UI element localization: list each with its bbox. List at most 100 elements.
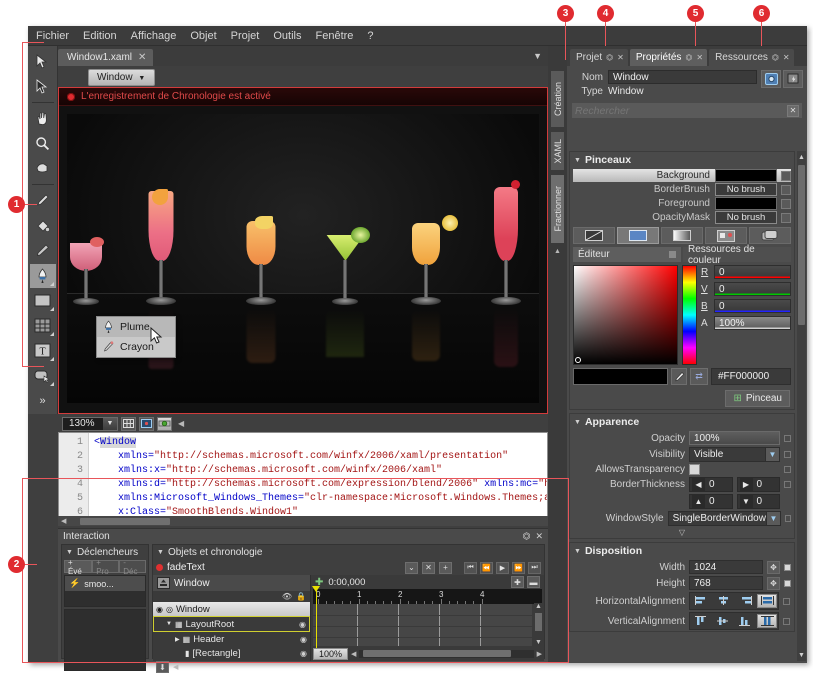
brush-row-opacitymask[interactable]: OpacityMask No brush	[573, 211, 791, 224]
tool-control-tool[interactable]	[30, 364, 56, 388]
scroll-right-icon[interactable]: ▶	[537, 650, 542, 658]
opacity-input[interactable]: 100%	[689, 431, 780, 445]
search-input[interactable]	[575, 104, 787, 117]
tree-node-layoutroot[interactable]: ▼ ▦ LayoutRoot ◉	[153, 616, 310, 632]
tool-text-tool[interactable]: T	[30, 339, 56, 363]
expander-icon[interactable]: ▼	[66, 549, 73, 556]
eye-icon[interactable]: ◉	[300, 649, 307, 658]
scrollbar-thumb[interactable]	[80, 517, 171, 525]
eyedropper-icon[interactable]	[671, 368, 687, 385]
tool-brush-tool[interactable]	[30, 238, 56, 262]
chevron-down-icon[interactable]: ▼	[765, 512, 780, 525]
hex-color-input[interactable]: #FF000000	[711, 368, 791, 385]
tool-eyedropper-tool[interactable]	[30, 188, 56, 212]
properties-vertical-scrollbar[interactable]: ▲ ▼	[797, 151, 806, 661]
appearance-expand-more[interactable]: ▽	[570, 527, 794, 538]
gradient-brush-icon[interactable]	[661, 227, 703, 244]
tab-editeur[interactable]: Éditeur	[573, 247, 681, 262]
visibility-icon[interactable]: ◉	[156, 605, 163, 614]
show-all-properties-icon[interactable]: ⬇	[156, 661, 169, 673]
scrollbar-thumb[interactable]	[363, 650, 512, 657]
advanced-options-icon[interactable]	[781, 170, 791, 181]
xaml-code-editor[interactable]: 1 2 3 4 5 6 <Window xmlns="http://schema…	[58, 432, 548, 526]
hue-slider[interactable]	[682, 265, 697, 365]
property-search-box[interactable]: ✕	[571, 102, 803, 119]
menu-edition[interactable]: Edition	[83, 30, 117, 42]
auto-size-height-icon[interactable]: ✥	[767, 576, 780, 590]
close-icon[interactable]: ✕	[696, 53, 703, 62]
timeline-vertical-scrollbar[interactable]: ▲ ▼	[534, 603, 543, 646]
next-frame-button[interactable]: ⏩	[512, 561, 525, 574]
eye-icon[interactable]: ◉	[300, 635, 307, 644]
expander-icon[interactable]: ▼	[574, 157, 581, 164]
tab-projet[interactable]: Projet ⏣ ✕	[570, 49, 628, 66]
clear-search-icon[interactable]: ✕	[787, 104, 799, 117]
advanced-options-icon[interactable]	[781, 212, 791, 223]
tool-direct-selection-tool[interactable]	[30, 74, 56, 98]
trigger-list[interactable]: ⚡ smoo...	[64, 575, 146, 607]
tool-pen-tool[interactable]	[29, 263, 56, 288]
scrollbar-thumb[interactable]	[535, 613, 542, 631]
advanced-options-icon[interactable]	[784, 466, 791, 473]
close-icon[interactable]: ✕	[783, 53, 790, 62]
edit-template-button[interactable]	[761, 70, 781, 88]
scroll-up-icon[interactable]: ▲	[534, 603, 543, 610]
channel-input-a[interactable]: 100%	[714, 316, 791, 330]
expander-icon[interactable]: ▼	[574, 419, 581, 426]
go-to-start-button[interactable]: ⏮	[464, 561, 477, 574]
tool-camera-orbit-tool[interactable]	[30, 156, 56, 180]
advanced-options-icon[interactable]	[784, 579, 791, 587]
tree-node-header[interactable]: ▶ ▦ Header ◉	[153, 632, 310, 646]
snap-to-timeline-icon[interactable]: ✚	[511, 576, 524, 588]
menu-objet[interactable]: Objet	[190, 30, 216, 42]
window-style-select[interactable]: SingleBorderWindow ▼	[667, 511, 781, 526]
name-input[interactable]: Window	[608, 70, 757, 84]
timeline[interactable]: ✚ 0:00,000 ✚ ▬ 0 1 2 3 4 ▲ ▼ 100% ◀ ▶	[311, 575, 544, 661]
tool-paint-bucket-tool[interactable]	[30, 213, 56, 237]
close-icon[interactable]: ✕	[535, 531, 543, 542]
tree-node-window[interactable]: ◉ ◎ Window	[153, 602, 310, 616]
collapse-panel-icon[interactable]: ◀	[178, 419, 184, 428]
advanced-options-icon[interactable]	[784, 481, 791, 488]
eye-icon[interactable]: ◉	[299, 620, 306, 629]
new-storyboard-icon[interactable]: +	[439, 561, 452, 574]
advanced-options-icon[interactable]	[784, 515, 791, 522]
tile-brush-icon[interactable]	[705, 227, 747, 244]
scroll-left-icon[interactable]: ◀	[173, 663, 178, 671]
brush-row-borderbrush[interactable]: BorderBrush No brush	[573, 183, 791, 196]
tab-ressources-couleur[interactable]: Ressources de couleur	[683, 244, 791, 266]
timeline-horizontal-scrollbar[interactable]	[359, 649, 534, 658]
scroll-up-icon[interactable]: ▲	[797, 151, 806, 163]
brush-row-foreground[interactable]: Foreground	[573, 197, 791, 210]
align-right-icon[interactable]	[735, 594, 755, 608]
tool-grid-tool[interactable]	[30, 314, 56, 338]
close-icon[interactable]: ✕	[138, 52, 146, 63]
timeline-zoom-value[interactable]: 100%	[313, 647, 349, 660]
float-panel-icon[interactable]: ⏣	[523, 531, 531, 542]
tool-pan-tool[interactable]	[30, 106, 56, 130]
chevron-down-icon[interactable]: ▼	[765, 448, 779, 461]
advanced-options-icon[interactable]	[783, 617, 790, 625]
scroll-down-icon[interactable]: ▼	[797, 649, 806, 661]
brush-swatch[interactable]	[715, 197, 777, 210]
advanced-options-icon[interactable]	[784, 563, 791, 571]
scroll-left-icon[interactable]: ◀	[351, 650, 356, 658]
width-input[interactable]: 1024	[689, 560, 763, 574]
expander-icon[interactable]: ▼	[574, 548, 581, 555]
tree-root-row[interactable]: Window	[153, 575, 310, 591]
brush-value[interactable]: No brush	[715, 211, 777, 224]
new-brush-resource-button[interactable]: ⊞ Pinceau	[725, 390, 790, 407]
zoom-combobox[interactable]: 130% ▼	[62, 416, 118, 431]
scroll-down-icon[interactable]: ▼	[534, 639, 543, 646]
menu-outils[interactable]: Outils	[273, 30, 301, 42]
float-panel-icon[interactable]: ⏣	[772, 53, 779, 62]
show-snap-guides-button[interactable]	[139, 416, 154, 431]
menu-help[interactable]: ?	[367, 30, 373, 42]
align-stretch-vertical-icon[interactable]	[757, 614, 777, 628]
design-artboard[interactable]: L'enregistrement de Chronologie est acti…	[58, 87, 548, 414]
scrollbar-thumb[interactable]	[798, 165, 805, 325]
align-left-icon[interactable]	[691, 594, 711, 608]
tool-rectangle-tool[interactable]	[30, 289, 56, 313]
menu-fichier[interactable]: Fichier	[36, 30, 69, 42]
border-thickness-top[interactable]: ▲ 0	[689, 494, 733, 509]
